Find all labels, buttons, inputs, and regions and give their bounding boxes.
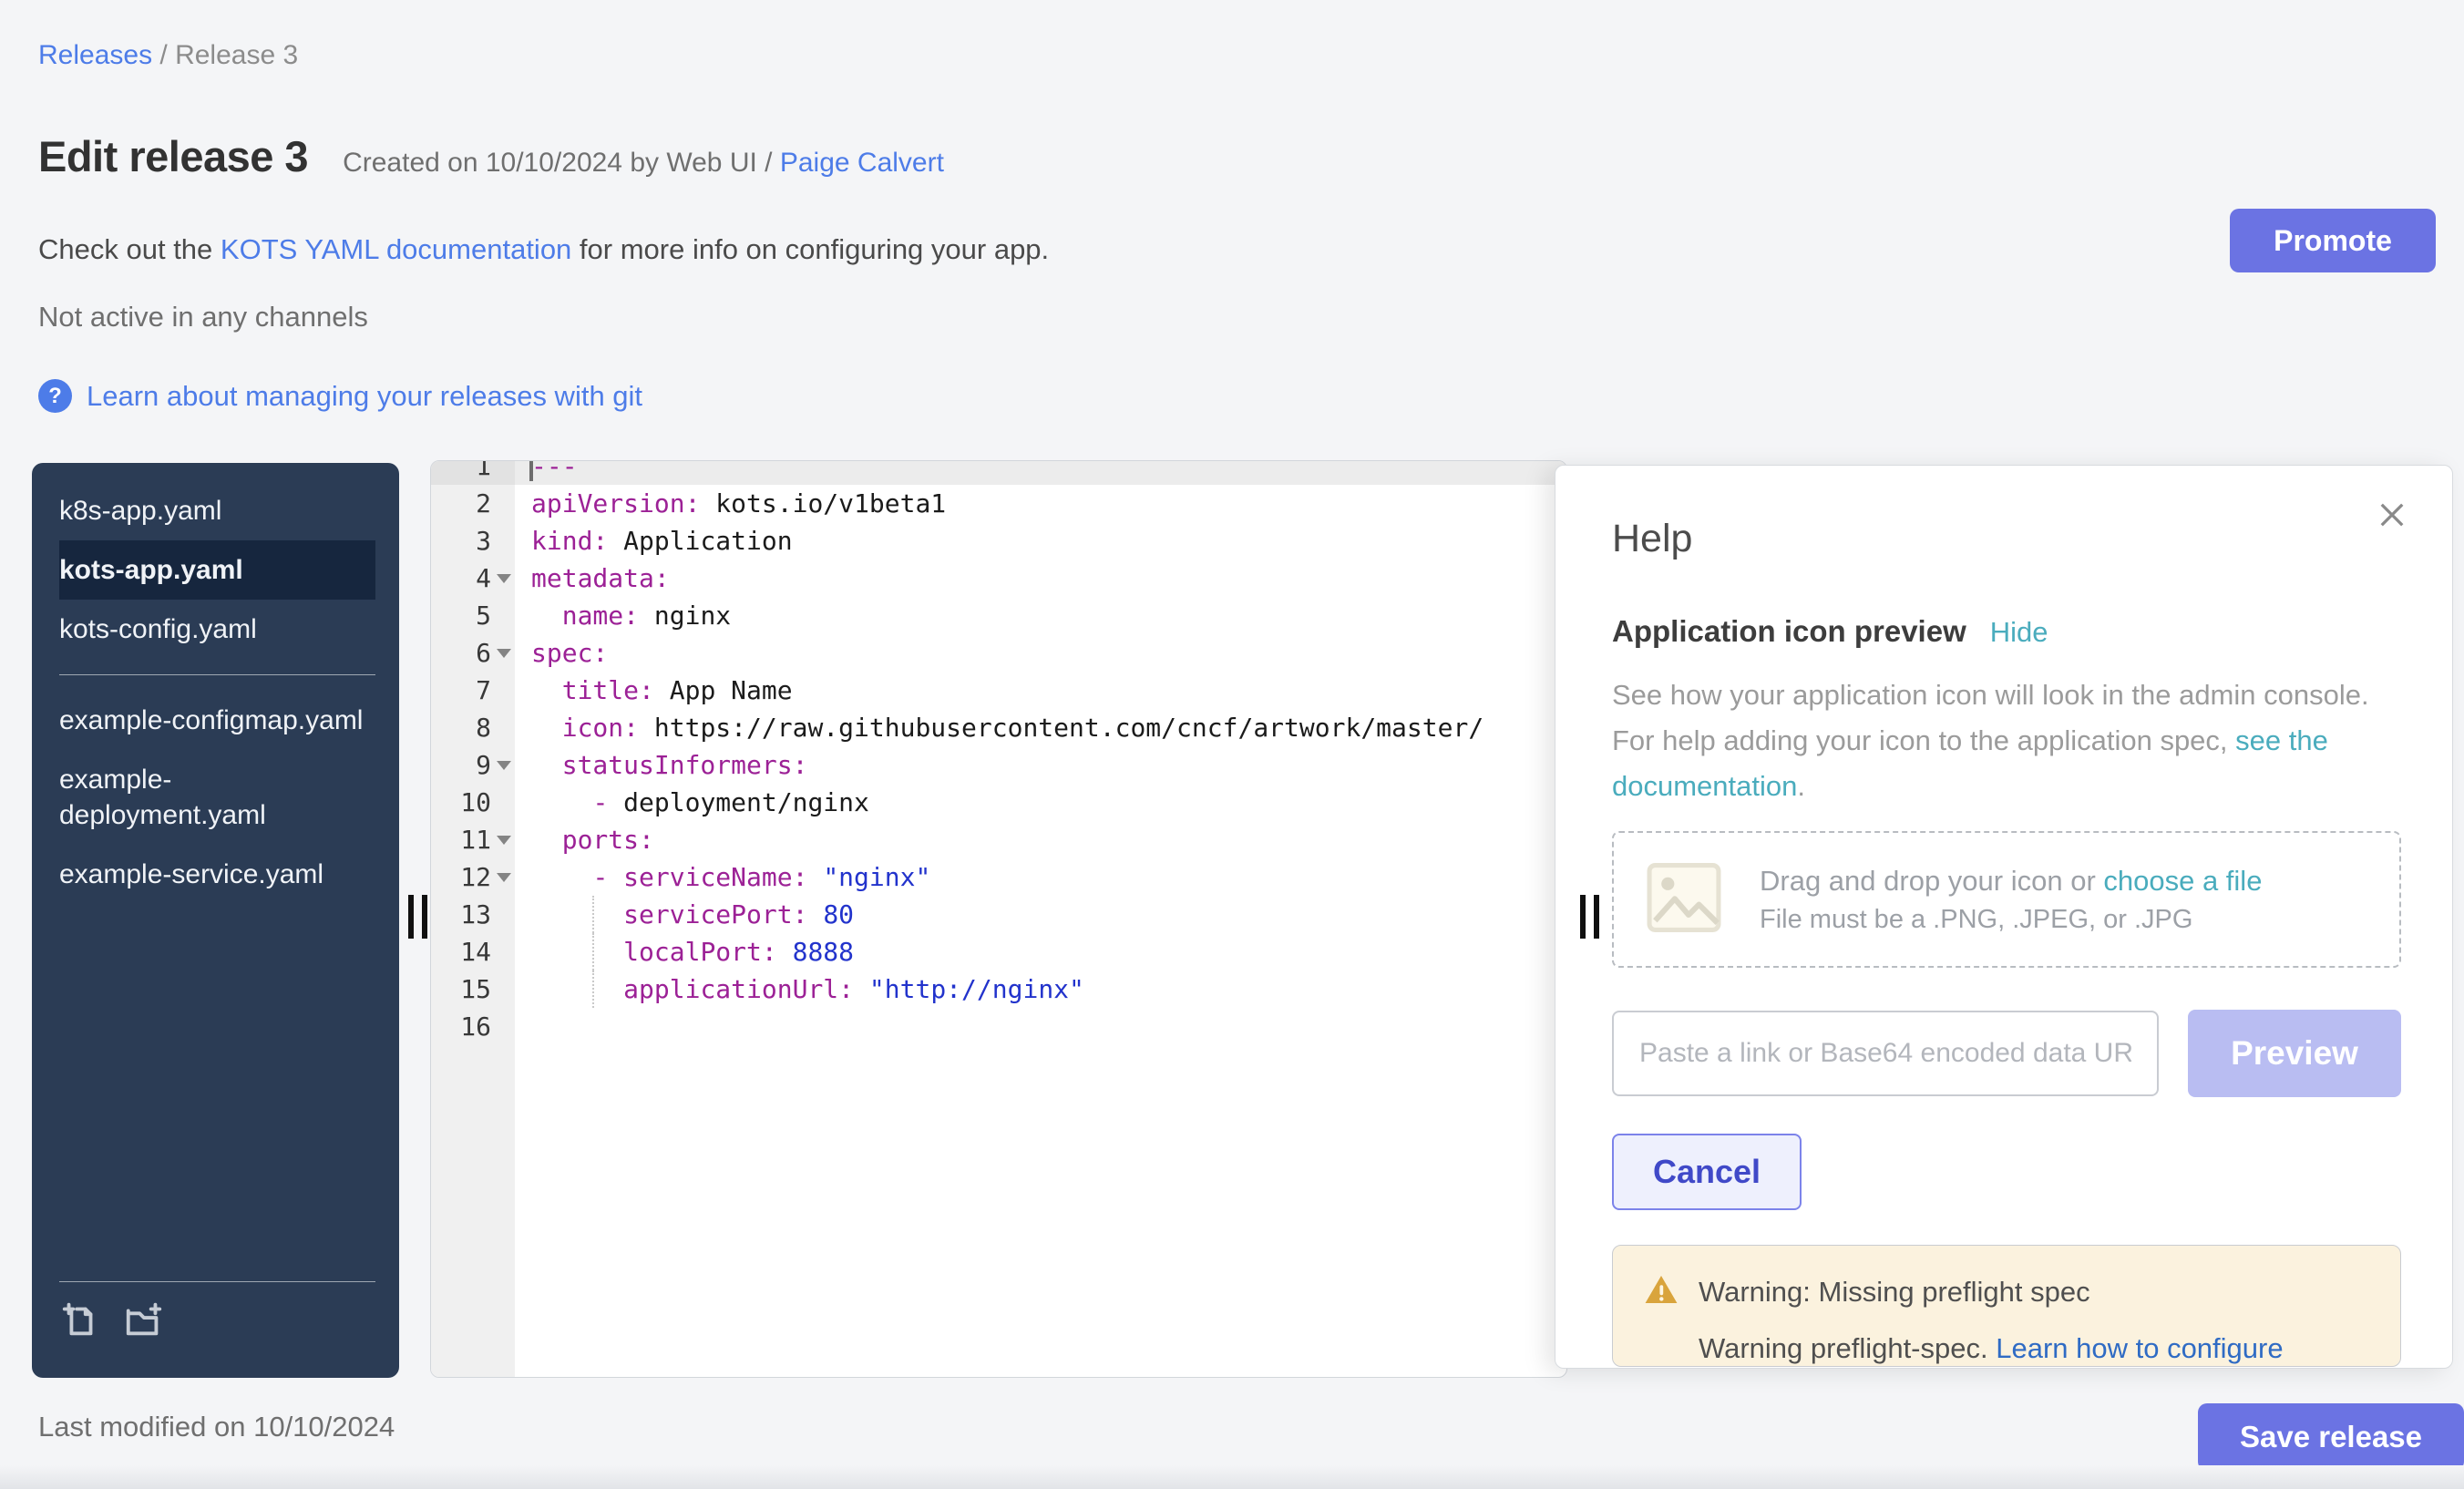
line-number: 7 <box>431 672 515 709</box>
code-line-11: ports: <box>515 821 1566 858</box>
code-line-10: - deployment/nginx <box>515 784 1566 821</box>
icon-url-input[interactable] <box>1612 1011 2159 1096</box>
editor-gutter: 12345678910111213141516 <box>431 460 515 1377</box>
file-tree-item-example-configmap-yaml[interactable]: example-configmap.yaml <box>59 691 375 750</box>
file-tree-item-example-deployment-yaml[interactable]: example-deployment.yaml <box>59 750 375 845</box>
new-folder-icon[interactable] <box>123 1299 165 1345</box>
created-line: Created on 10/10/2024 by Web UI / Paige … <box>343 148 944 179</box>
file-tree-items: k8s-app.yamlkots-app.yamlkots-config.yam… <box>59 481 375 904</box>
file-tree-item-k8s-app-yaml[interactable]: k8s-app.yaml <box>59 481 375 540</box>
line-number: 8 <box>431 709 515 746</box>
fold-arrow-icon[interactable] <box>497 574 511 583</box>
panel-resize-handle-right[interactable] <box>1576 895 1607 939</box>
line-number: 14 <box>431 933 515 970</box>
code-line-16 <box>515 1008 1566 1045</box>
warning-line2-text: Warning preflight-spec. <box>1699 1332 1996 1364</box>
close-icon[interactable] <box>2374 497 2410 538</box>
learn-how-to-configure-link[interactable]: Learn how to configure <box>1996 1332 2283 1364</box>
file-tree-item-kots-app-yaml[interactable]: kots-app.yaml <box>59 540 375 600</box>
docs-prefix: Check out the <box>38 233 221 265</box>
kots-yaml-docs-link[interactable]: KOTS YAML documentation <box>221 233 571 265</box>
line-number: 5 <box>431 597 515 634</box>
code-line-7: title: App Name <box>515 672 1566 709</box>
fold-arrow-icon[interactable] <box>497 761 511 770</box>
question-icon: ? <box>38 379 72 413</box>
docs-suffix: for more info on configuring your app. <box>571 233 1049 265</box>
channel-status-text: Not active in any channels <box>38 301 368 334</box>
file-tree-divider <box>59 674 375 675</box>
breadcrumb: Releases / Release 3 <box>38 40 298 71</box>
author-link[interactable]: Paige Calvert <box>780 148 944 178</box>
title-row: Edit release 3 Created on 10/10/2024 by … <box>38 131 944 181</box>
line-number: 11 <box>431 821 515 858</box>
choose-file-link[interactable]: choose a file <box>2103 865 2262 897</box>
promote-button[interactable]: Promote <box>2230 209 2436 272</box>
code-line-8: icon: https://raw.githubusercontent.com/… <box>515 709 1566 746</box>
line-number: 2 <box>431 485 515 522</box>
code-line-2: apiVersion: kots.io/v1beta1 <box>515 485 1566 522</box>
line-number: 10 <box>431 784 515 821</box>
code-line-1: --- <box>515 460 1566 485</box>
image-placeholder-icon <box>1645 858 1723 941</box>
line-number: 3 <box>431 522 515 560</box>
code-line-3: kind: Application <box>515 522 1566 560</box>
icon-dropzone[interactable]: Drag and drop your icon or choose a file… <box>1612 831 2401 968</box>
line-number: 13 <box>431 896 515 933</box>
line-number: 4 <box>431 560 515 597</box>
git-releases-link[interactable]: Learn about managing your releases with … <box>87 380 642 413</box>
file-tree-item-kots-config-yaml[interactable]: kots-config.yaml <box>59 600 375 659</box>
icon-preview-section-title: Application icon preview <box>1612 614 1966 649</box>
line-number: 9 <box>431 746 515 784</box>
help-title: Help <box>1612 517 2401 561</box>
page-title: Edit release 3 <box>38 131 308 181</box>
fold-arrow-icon[interactable] <box>497 836 511 845</box>
line-number: 16 <box>431 1008 515 1045</box>
indent-guide <box>592 970 594 1008</box>
text-cursor <box>529 460 533 481</box>
fold-arrow-icon[interactable] <box>497 873 511 882</box>
fold-arrow-icon[interactable] <box>497 649 511 658</box>
last-modified-text: Last modified on 10/10/2024 <box>38 1411 395 1443</box>
file-tree-panel: k8s-app.yamlkots-app.yamlkots-config.yam… <box>32 463 399 1378</box>
git-help-row: ? Learn about managing your releases wit… <box>38 379 642 413</box>
new-file-icon[interactable] <box>59 1299 101 1345</box>
indent-guide <box>592 933 594 970</box>
code-line-4: metadata: <box>515 560 1566 597</box>
breadcrumb-current: / Release 3 <box>152 40 298 70</box>
code-line-12: - serviceName: "nginx" <box>515 858 1566 896</box>
cancel-button[interactable]: Cancel <box>1612 1134 1802 1210</box>
yaml-editor[interactable]: 12345678910111213141516 ---apiVersion: k… <box>430 460 1567 1378</box>
code-line-14: localPort: 8888 <box>515 933 1566 970</box>
bottom-fade <box>0 1465 2464 1489</box>
code-line-15: applicationUrl: "http://nginx" <box>515 970 1566 1008</box>
breadcrumb-releases-link[interactable]: Releases <box>38 40 152 70</box>
line-number: 15 <box>431 970 515 1008</box>
line-number: 1 <box>431 460 515 485</box>
docs-line: Check out the KOTS YAML documentation fo… <box>38 233 1049 266</box>
editor-code-area[interactable]: ---apiVersion: kots.io/v1beta1kind: Appl… <box>515 460 1566 1377</box>
preflight-warning-box: Warning: Missing preflight spec Warning … <box>1612 1245 2401 1367</box>
warning-text: Warning: Missing preflight spec <box>1699 1276 2090 1309</box>
dropzone-text: Drag and drop your icon or <box>1760 865 2103 897</box>
file-tree-item-example-service-yaml[interactable]: example-service.yaml <box>59 845 375 904</box>
panel-resize-handle-left[interactable] <box>405 895 436 939</box>
file-tree-footer <box>59 1281 375 1345</box>
dropzone-hint: File must be a .PNG, .JPEG, or .JPG <box>1760 905 2262 935</box>
warning-icon <box>1644 1273 1679 1310</box>
preview-button[interactable]: Preview <box>2188 1010 2401 1097</box>
indent-guide <box>592 896 594 933</box>
code-line-13: servicePort: 80 <box>515 896 1566 933</box>
help-panel: Help Application icon preview Hide See h… <box>1555 465 2453 1369</box>
created-text: Created on 10/10/2024 by Web UI / <box>343 148 780 178</box>
code-line-6: spec: <box>515 634 1566 672</box>
save-release-button[interactable]: Save release <box>2198 1403 2464 1471</box>
code-line-9: statusInformers: <box>515 746 1566 784</box>
line-number: 12 <box>431 858 515 896</box>
help-body-text: See how your application icon will look … <box>1612 673 2414 809</box>
hide-link[interactable]: Hide <box>1990 616 2048 649</box>
line-number: 6 <box>431 634 515 672</box>
help-body-suffix: . <box>1797 770 1805 802</box>
code-line-5: name: nginx <box>515 597 1566 634</box>
